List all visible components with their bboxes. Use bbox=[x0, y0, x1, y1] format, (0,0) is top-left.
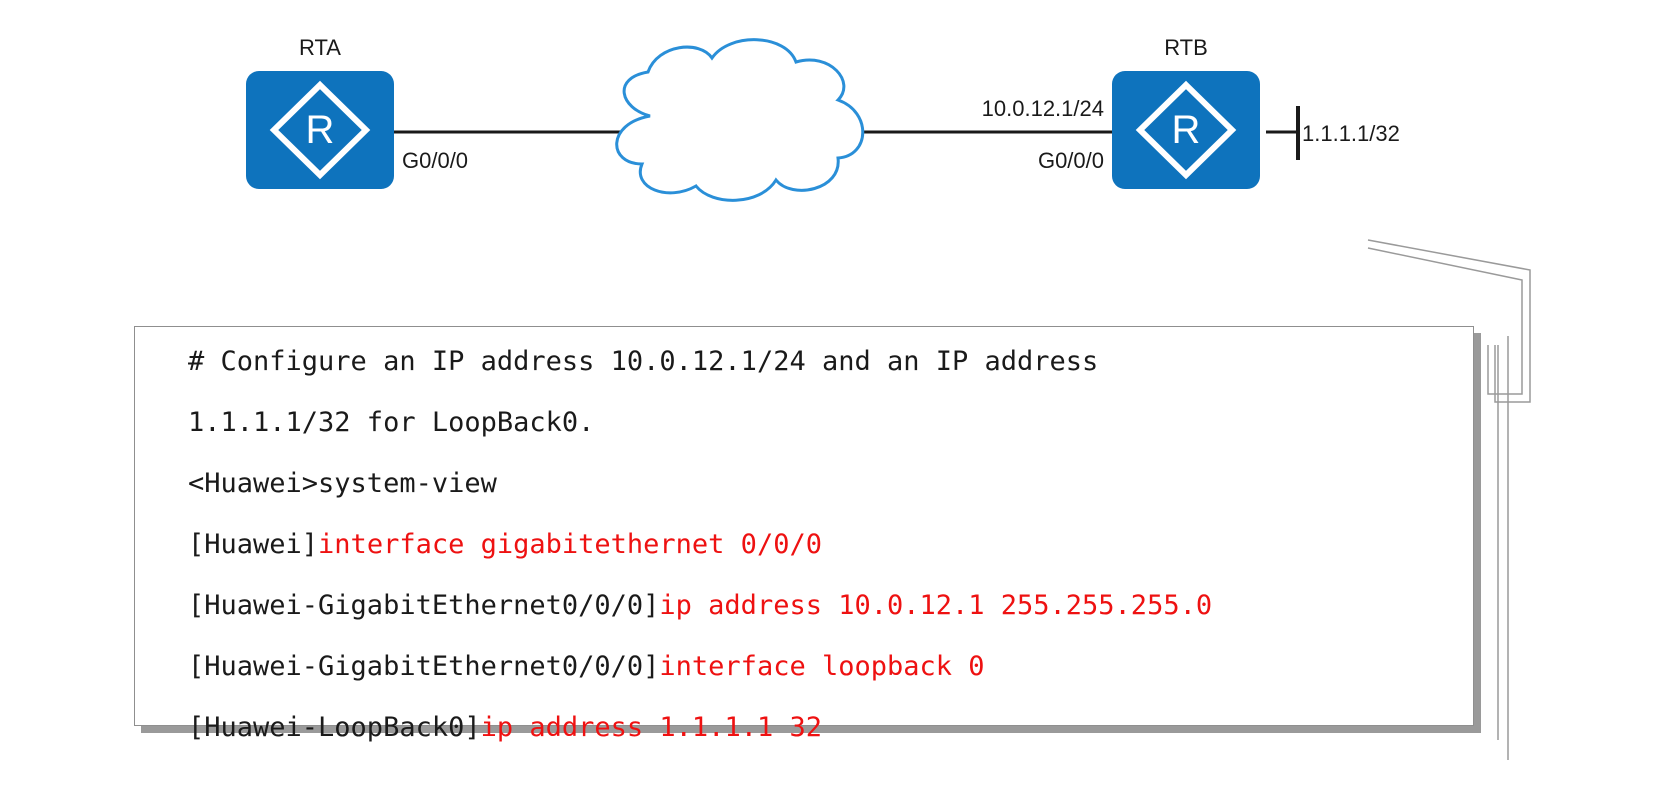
config-comment-line: # Configure an IP address 10.0.12.1/24 a… bbox=[188, 346, 1099, 377]
rtb-ip-label: 10.0.12.1/24 bbox=[982, 96, 1104, 121]
config-command-line: <Huawei>system-view bbox=[188, 459, 1473, 520]
cli-command: ip address 10.0.12.1 255.255.255.0 bbox=[659, 590, 1213, 621]
rtb-loopback-label: 1.1.1.1/32 bbox=[1302, 121, 1400, 146]
cli-prompt: <Huawei>system-view bbox=[188, 468, 497, 499]
router-rta-symbol: R bbox=[306, 108, 335, 152]
config-panel: # Configure an IP address 10.0.12.1/24 a… bbox=[134, 326, 1474, 743]
cli-prompt: [Huawei] bbox=[188, 529, 319, 560]
config-command-line: [Huawei-GigabitEthernet0/0/0]ip address … bbox=[188, 581, 1473, 642]
config-comment-line: 1.1.1.1/32 for LoopBack0. bbox=[188, 407, 595, 438]
router-rtb: R bbox=[1112, 71, 1260, 189]
cli-prompt: [Huawei-GigabitEthernet0/0/0] bbox=[188, 590, 660, 621]
cli-prompt: [Huawei-LoopBack0] bbox=[188, 712, 481, 743]
rta-name-label: RTA bbox=[299, 35, 341, 60]
cli-command: interface gigabitethernet 0/0/0 bbox=[318, 529, 822, 560]
rtb-port-label: G0/0/0 bbox=[1038, 148, 1104, 173]
config-command-line: [Huawei-GigabitEthernet0/0/0]interface l… bbox=[188, 642, 1473, 703]
rta-port-label: G0/0/0 bbox=[402, 148, 468, 173]
cloud-icon bbox=[615, 38, 865, 202]
cli-command: ip address 1.1.1.1 32 bbox=[480, 712, 822, 743]
router-rta: R bbox=[246, 71, 394, 189]
cli-command: interface loopback 0 bbox=[659, 651, 985, 682]
router-rtb-symbol: R bbox=[1172, 108, 1201, 152]
rtb-name-label: RTB bbox=[1164, 35, 1208, 60]
cli-prompt: [Huawei-GigabitEthernet0/0/0] bbox=[188, 651, 660, 682]
config-command-line: [Huawei-LoopBack0]ip address 1.1.1.1 32 bbox=[188, 703, 1473, 764]
config-command-line: [Huawei]interface gigabitethernet 0/0/0 bbox=[188, 520, 1473, 581]
